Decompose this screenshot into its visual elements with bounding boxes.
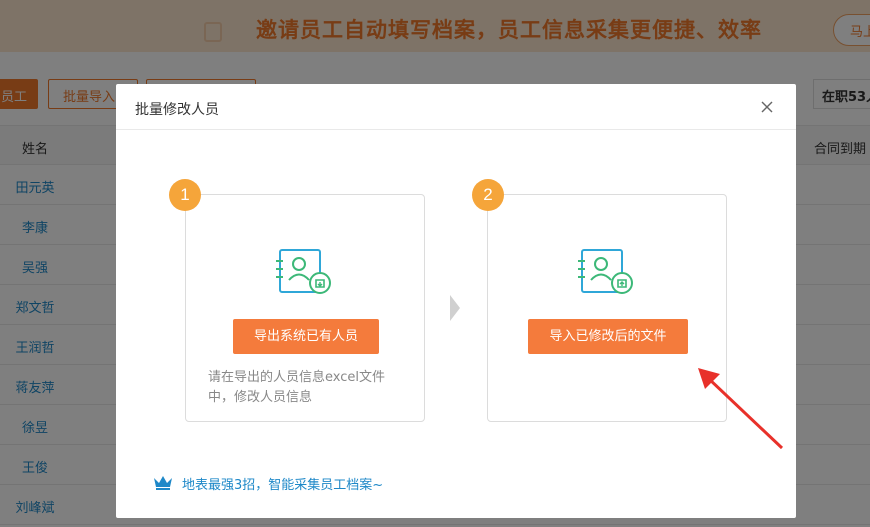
contact-card-import-icon [578, 249, 633, 294]
step-number-badge: 2 [472, 179, 504, 211]
annotation-arrow-icon [698, 368, 784, 450]
step-card-export: 导出系统已有人员 请在导出的人员信息excel文件中，修改人员信息 [185, 194, 425, 422]
contact-card-export-icon [276, 249, 331, 294]
chevron-right-icon [450, 295, 460, 321]
export-instructions: 请在导出的人员信息excel文件中，修改人员信息 [208, 370, 385, 405]
tips-link[interactable]: 地表最强3招，智能采集员工档案~ [182, 474, 383, 493]
step-number-badge: 1 [169, 179, 201, 211]
export-existing-staff-button[interactable]: 导出系统已有人员 [233, 319, 379, 354]
modal-header: 批量修改人员 [116, 84, 796, 130]
modal-title: 批量修改人员 [135, 102, 219, 118]
import-modified-file-button[interactable]: 导入已修改后的文件 [528, 319, 688, 354]
close-icon[interactable] [761, 101, 773, 113]
crown-icon [154, 476, 172, 490]
